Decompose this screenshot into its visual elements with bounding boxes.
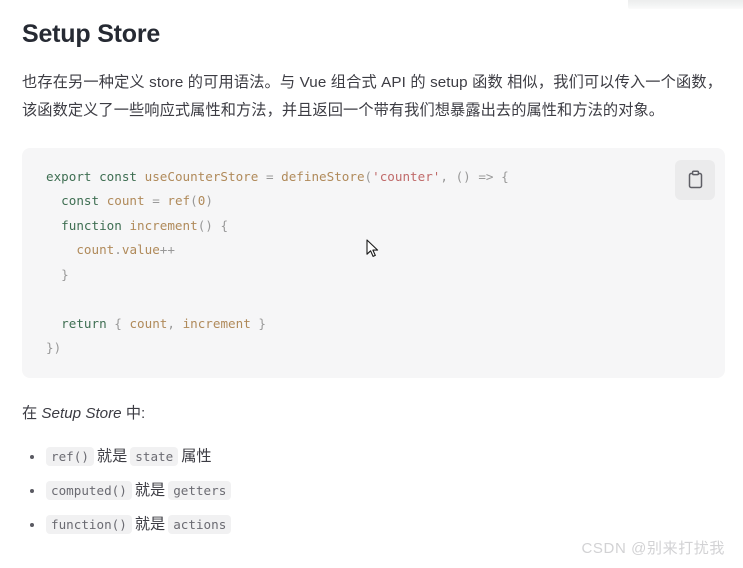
inline-code-function: function() [46, 514, 132, 534]
concept-mapping-list: ref() 就是 state 属性 computed() 就是 getters funct… [22, 426, 721, 542]
code-block: export const useCounterStore = defineSto… [22, 147, 725, 378]
inline-code-getters: getters [168, 480, 232, 500]
documentation-page: Setup Store 也存在另一种定义 store 的可用语法。与 Vue 组… [0, 0, 743, 542]
list-item-suffix: 属性 [181, 447, 212, 465]
inline-code-computed: computed() [46, 480, 132, 500]
clipboard-icon [687, 170, 704, 189]
setup-store-lead-in: 在 Setup Store 中: [22, 378, 721, 426]
intro-paragraph: 也存在另一种定义 store 的可用语法。与 Vue 组合式 API 的 set… [22, 73, 722, 119]
inline-code-state: state [130, 446, 179, 466]
code-content[interactable]: export const useCounterStore = defineSto… [22, 148, 725, 378]
inline-code-ref: ref() [46, 446, 94, 466]
list-item: computed() 就是 getters [22, 474, 721, 508]
list-item-connector: 就是 [134, 515, 166, 533]
lead-in-suffix: 中: [121, 404, 146, 422]
page-title: Setup Store [22, 20, 161, 48]
copy-code-button[interactable] [675, 159, 715, 200]
list-item-connector: 就是 [134, 481, 166, 499]
content-column: Setup Store 也存在另一种定义 store 的可用语法。与 Vue 组… [0, 0, 743, 542]
lead-in-prefix: 在 [22, 404, 42, 422]
list-item-connector: 就是 [96, 447, 128, 465]
inline-code-actions: actions [168, 514, 232, 534]
csdn-watermark: CSDN @别来打扰我 [581, 540, 725, 557]
list-item: ref() 就是 state 属性 [22, 440, 721, 474]
lead-in-emphasis: Setup Store [41, 404, 122, 422]
